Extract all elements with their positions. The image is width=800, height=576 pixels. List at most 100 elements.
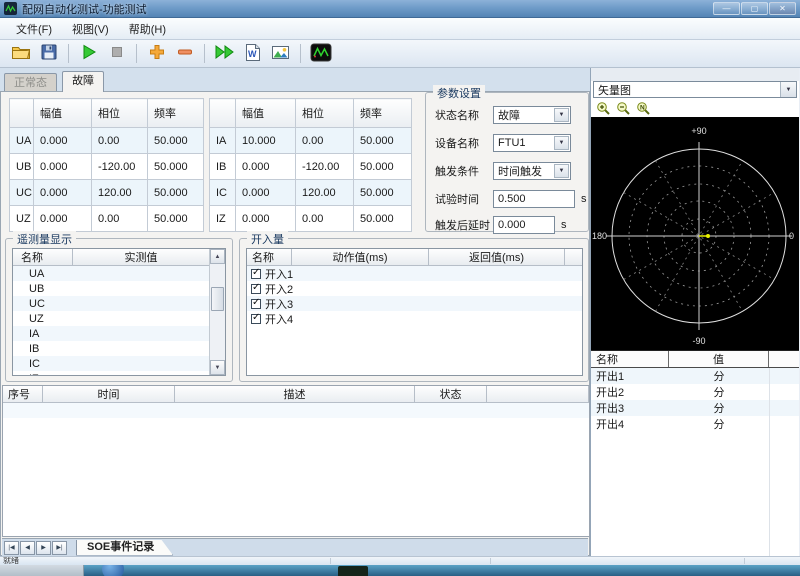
view-selector[interactable]: 矢量图 ▼ xyxy=(593,81,797,98)
scroll-down-button[interactable]: ▼ xyxy=(210,360,225,375)
value-cell[interactable]: -120.00 xyxy=(295,153,354,180)
value-cell[interactable]: 0.000 xyxy=(235,153,296,180)
col-return-value[interactable]: 返回值(ms) xyxy=(429,249,565,265)
value-cell[interactable]: 0.00 xyxy=(295,205,354,232)
dropdown-arrow-icon[interactable]: ▼ xyxy=(554,136,569,150)
list-item[interactable]: ✓ 开入3 xyxy=(247,296,582,311)
state-name-select[interactable]: 故障 ▼ xyxy=(493,106,571,124)
nav-prev-button[interactable]: ◀ xyxy=(20,540,35,555)
list-item[interactable]: ✓ 开入1 xyxy=(247,266,582,281)
value-cell[interactable]: 50.000 xyxy=(353,153,412,180)
maximize-button[interactable]: ▢ xyxy=(741,2,768,15)
os-taskbar[interactable] xyxy=(0,565,800,576)
value-cell[interactable]: 0.00 xyxy=(91,127,148,154)
value-cell[interactable]: 10.000 xyxy=(235,127,296,154)
save-button[interactable] xyxy=(36,42,61,66)
table-row[interactable]: 开出2 分 xyxy=(591,384,799,400)
input3-checkbox[interactable]: ✓ xyxy=(251,297,261,309)
dropdown-arrow-icon[interactable]: ▼ xyxy=(554,108,569,122)
word-report-button[interactable]: W xyxy=(240,42,265,66)
list-item[interactable]: IB xyxy=(13,341,225,356)
zoom-in-button[interactable] xyxy=(595,100,611,116)
input4-checkbox[interactable]: ✓ xyxy=(251,312,261,324)
trigger-condition-select[interactable]: 时间触发 ▼ xyxy=(493,162,571,180)
list-item[interactable]: UC xyxy=(13,296,225,311)
export-image-button[interactable] xyxy=(268,42,293,66)
value-cell[interactable]: 0.000 xyxy=(33,127,92,154)
col-name[interactable]: 名称 xyxy=(13,249,73,265)
zoom-reset-button[interactable]: N xyxy=(635,100,651,116)
open-button[interactable] xyxy=(8,42,33,66)
list-item[interactable]: ✓ 开入4 xyxy=(247,311,582,326)
menu-help[interactable]: 帮助(H) xyxy=(119,18,176,40)
list-item[interactable]: UZ xyxy=(13,311,225,326)
input1-checkbox[interactable]: ✓ xyxy=(251,267,261,279)
value-cell[interactable]: 120.00 xyxy=(295,179,354,206)
nav-next-button[interactable]: ▶ xyxy=(36,540,51,555)
scrollbar-thumb[interactable] xyxy=(211,287,224,311)
col-description[interactable]: 描述 xyxy=(175,386,415,402)
value-cell[interactable]: 0.00 xyxy=(91,205,148,232)
col-status[interactable]: 状态 xyxy=(415,386,487,402)
nav-last-button[interactable]: ▶| xyxy=(52,540,67,555)
close-button[interactable]: ✕ xyxy=(769,2,796,15)
value-cell[interactable]: -120.00 xyxy=(91,153,148,180)
taskbar-app-icon[interactable] xyxy=(102,565,124,576)
waveform-view-button[interactable] xyxy=(308,42,333,66)
trigger-delay-input[interactable]: 0.000 xyxy=(493,216,555,234)
table-row[interactable]: 开出4 分 xyxy=(591,416,799,432)
table-row[interactable]: 开出3 分 xyxy=(591,400,799,416)
menu-file[interactable]: 文件(F) xyxy=(6,18,62,40)
value-cell[interactable]: 120.00 xyxy=(91,179,148,206)
value-cell[interactable]: 50.000 xyxy=(147,153,204,180)
run-all-button[interactable] xyxy=(212,42,237,66)
minimize-button[interactable]: — xyxy=(713,2,740,15)
dropdown-arrow-icon[interactable]: ▼ xyxy=(554,164,569,178)
list-item[interactable]: IA xyxy=(13,326,225,341)
value-cell[interactable]: 50.000 xyxy=(147,179,204,206)
input2-checkbox[interactable]: ✓ xyxy=(251,282,261,294)
value-cell[interactable]: 0.000 xyxy=(235,205,296,232)
col-value[interactable]: 值 xyxy=(669,351,769,367)
col-action-value[interactable]: 动作值(ms) xyxy=(292,249,429,265)
value-cell[interactable]: 50.000 xyxy=(353,179,412,206)
list-item[interactable]: UB xyxy=(13,281,225,296)
nav-first-button[interactable]: |◀ xyxy=(4,540,19,555)
col-name[interactable]: 名称 xyxy=(591,351,669,367)
taskbar-app-icon[interactable] xyxy=(338,566,368,576)
tab-fault-state[interactable]: 故障 xyxy=(62,71,105,92)
col-index[interactable]: 序号 xyxy=(3,386,43,402)
zoom-out-button[interactable] xyxy=(615,100,631,116)
remove-state-button[interactable] xyxy=(172,42,197,66)
value-cell[interactable]: 50.000 xyxy=(353,205,412,232)
col-name[interactable]: 名称 xyxy=(247,249,292,265)
value-cell[interactable]: 50.000 xyxy=(147,127,204,154)
stop-test-button[interactable] xyxy=(104,42,129,66)
value-cell[interactable]: 0.000 xyxy=(33,179,92,206)
add-state-button[interactable] xyxy=(144,42,169,66)
test-time-input[interactable]: 0.500 xyxy=(493,190,575,208)
value-cell[interactable]: 50.000 xyxy=(353,127,412,154)
dropdown-arrow-icon[interactable]: ▼ xyxy=(780,82,796,97)
value-cell[interactable]: 0.00 xyxy=(295,127,354,154)
tab-soe-event-log[interactable]: SOE事件记录 xyxy=(76,540,173,556)
menu-view[interactable]: 视图(V) xyxy=(62,18,119,40)
list-item[interactable]: IZ xyxy=(13,371,225,376)
scroll-up-button[interactable]: ▲ xyxy=(210,249,225,264)
value-cell[interactable]: 0.000 xyxy=(33,205,92,232)
table-row[interactable]: 开出1 分 xyxy=(591,368,799,384)
value-cell[interactable]: 0.000 xyxy=(33,153,92,180)
device-name-select[interactable]: FTU1 ▼ xyxy=(493,134,571,152)
tab-normal-state[interactable]: 正常态 xyxy=(4,73,57,92)
list-item[interactable]: ✓ 开入2 xyxy=(247,281,582,296)
minus-icon xyxy=(176,43,194,64)
value-cell[interactable]: 0.000 xyxy=(235,179,296,206)
col-time[interactable]: 时间 xyxy=(43,386,175,402)
start-test-button[interactable] xyxy=(76,42,101,66)
value-cell[interactable]: 50.000 xyxy=(147,205,204,232)
telemetry-scrollbar[interactable]: ▲ ▼ xyxy=(209,249,225,375)
taskbar-window-button[interactable] xyxy=(0,565,84,576)
col-measured-value[interactable]: 实测值 xyxy=(73,249,210,265)
list-item[interactable]: IC xyxy=(13,356,225,371)
list-item[interactable]: UA xyxy=(13,266,225,281)
